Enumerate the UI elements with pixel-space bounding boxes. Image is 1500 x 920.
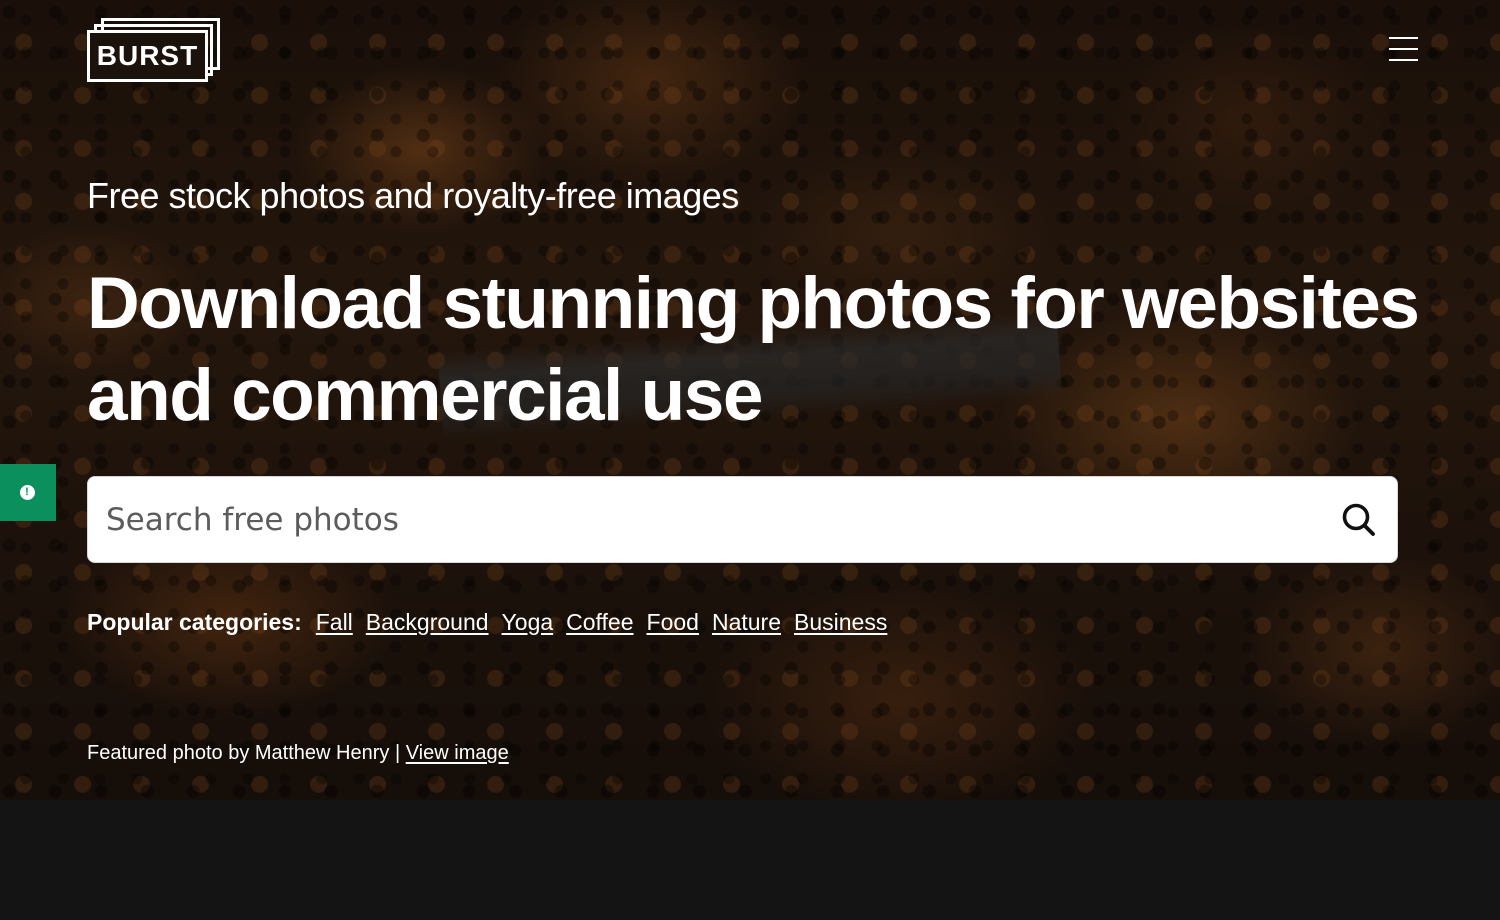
logo-text: BURST	[96, 40, 199, 71]
menu-line	[1389, 59, 1418, 61]
burst-logo[interactable]: BURST	[87, 18, 221, 82]
menu-line	[1389, 37, 1418, 39]
category-link-business[interactable]: Business	[794, 609, 887, 636]
category-link-fall[interactable]: Fall	[316, 609, 353, 636]
menu-line	[1389, 48, 1418, 50]
view-image-link[interactable]: View image	[406, 742, 509, 764]
search-box	[87, 476, 1398, 563]
photo-credit: Featured photo by Matthew Henry | View i…	[87, 742, 509, 765]
category-link-nature[interactable]: Nature	[712, 609, 781, 636]
popular-categories: Popular categories: Fall Background Yoga…	[87, 609, 887, 636]
popular-categories-label: Popular categories:	[87, 609, 302, 635]
photo-credit-text: Featured photo by Matthew Henry |	[87, 742, 406, 764]
hamburger-menu-icon[interactable]	[1389, 37, 1419, 63]
hero-tagline: Free stock photos and royalty-free image…	[87, 175, 739, 216]
category-link-coffee[interactable]: Coffee	[566, 609, 633, 636]
alert-circle-icon: !	[19, 484, 35, 500]
category-link-food[interactable]: Food	[647, 609, 699, 636]
category-link-background[interactable]: Background	[366, 609, 489, 636]
feedback-tab[interactable]: !	[0, 464, 56, 521]
category-link-yoga[interactable]: Yoga	[502, 609, 554, 636]
hero-content: BURST Free stock photos and royalty-free…	[0, 0, 1500, 920]
search-input[interactable]	[88, 477, 1339, 562]
hero-headline: Download stunning photos for websites an…	[87, 263, 1420, 436]
search-icon[interactable]	[1339, 500, 1379, 540]
